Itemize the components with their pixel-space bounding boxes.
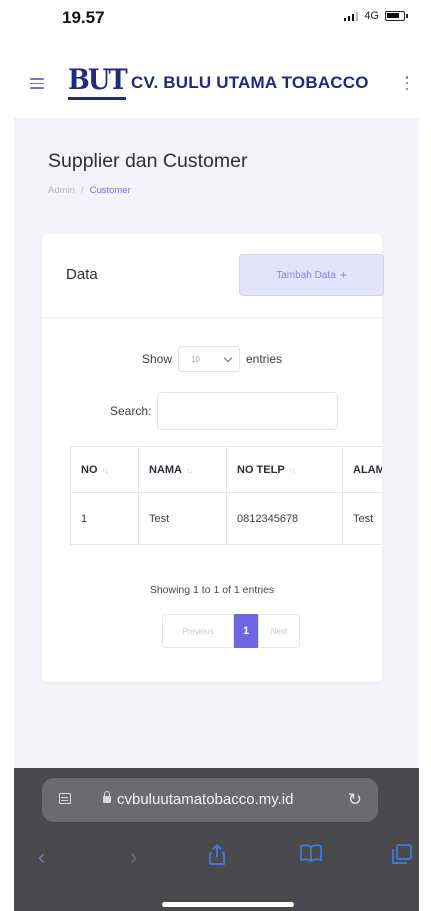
search-control: Search: <box>110 392 339 430</box>
page-1-button[interactable]: 1 <box>234 614 258 648</box>
entries-label: entries <box>246 352 283 366</box>
url-text[interactable]: cvbuluutamatobacco.my.id <box>117 791 293 808</box>
data-card: Data Tambah Data + Show 10 entries Searc… <box>42 234 384 682</box>
plus-icon: + <box>339 268 347 282</box>
status-time: 19.57 <box>62 8 105 27</box>
sort-icon: ↑↓ <box>186 465 193 475</box>
search-input[interactable] <box>157 392 339 430</box>
page-title: Supplier dan Customer <box>48 150 248 172</box>
browser-toolbar: cvbuluutamatobacco.my.id ↻ ‹ › <box>14 768 419 911</box>
app-header: BUT CV. BULU UTAMA TOBACCO <box>14 56 419 118</box>
cell-no: 1 <box>70 492 139 545</box>
customer-table: NO↑↓ NAMA↑↓ NO TELP↑↓ ALAMAT↑↓ 1 Test 08… <box>70 446 382 545</box>
page-format-icon[interactable] <box>59 793 71 804</box>
sort-icon: ↑↓ <box>101 465 109 475</box>
table-header-row: NO↑↓ NAMA↑↓ NO TELP↑↓ ALAMAT↑↓ <box>70 446 382 493</box>
table-scroll-container[interactable]: NO↑↓ NAMA↑↓ NO TELP↑↓ ALAMAT↑↓ 1 Test 08… <box>70 446 382 548</box>
back-icon[interactable]: ‹ <box>38 844 45 870</box>
table-row: 1 Test 0812345678 Test <box>70 492 382 545</box>
cell-alamat: Test <box>342 492 382 545</box>
column-header-no[interactable]: NO ↑↓ <box>70 446 139 493</box>
bookmarks-icon[interactable] <box>300 844 322 868</box>
tabs-icon[interactable] <box>392 844 412 870</box>
reload-icon[interactable]: ↻ <box>348 790 362 810</box>
breadcrumb-separator: / <box>80 185 84 196</box>
column-header-nama[interactable]: NAMA ↑↓ <box>138 446 227 493</box>
breadcrumb: Admin / Customer <box>48 185 131 196</box>
sort-icon: ↑↓ <box>288 465 296 475</box>
brand-logo[interactable]: BUT <box>68 64 128 100</box>
status-indicators: 4G <box>343 10 408 22</box>
pagination: Previous 1 Next <box>162 614 300 648</box>
search-label: Search: <box>110 404 152 418</box>
show-label: Show <box>141 352 172 366</box>
column-header-alamat[interactable]: ALAMAT↑↓ <box>342 446 382 493</box>
cell-nama: Test <box>138 492 227 545</box>
lock-icon <box>103 791 111 803</box>
forward-icon[interactable]: › <box>130 844 137 870</box>
browser-nav-toolbar: ‹ › <box>14 838 419 878</box>
next-page-button[interactable]: Next <box>258 614 300 648</box>
add-data-button-label: Tambah Data <box>276 269 336 281</box>
kebab-icon[interactable] <box>405 76 409 90</box>
battery-icon <box>385 11 408 21</box>
column-header-no-telp[interactable]: NO TELP ↑↓ <box>226 446 343 493</box>
previous-page-button[interactable]: Previous <box>162 614 234 648</box>
signal-icon <box>343 11 359 21</box>
entries-length-control: Show 10 entries <box>42 346 382 372</box>
breadcrumb-home[interactable]: Admin <box>48 185 75 196</box>
cell-no-telp: 0812345678 <box>226 492 343 545</box>
add-data-button[interactable]: Tambah Data + <box>239 254 384 296</box>
entries-select-value: 10 <box>191 354 200 364</box>
home-indicator[interactable] <box>162 902 294 907</box>
address-bar[interactable]: cvbuluutamatobacco.my.id ↻ <box>42 778 378 822</box>
left-margin-bottom <box>0 768 14 911</box>
table-info: Showing 1 to 1 of 1 entries <box>149 584 275 596</box>
card-title: Data <box>66 266 98 283</box>
hamburger-icon[interactable] <box>30 78 44 89</box>
brand-name[interactable]: CV. BULU UTAMA TOBACCO <box>131 73 369 93</box>
breadcrumb-current: Customer <box>89 185 131 196</box>
status-bar: 19.57 4G <box>0 0 431 40</box>
network-type: 4G <box>364 10 379 22</box>
chevron-down-icon <box>223 353 233 362</box>
entries-select[interactable]: 10 <box>178 346 240 372</box>
share-icon[interactable] <box>208 843 226 872</box>
card-header: Data Tambah Data + <box>42 234 384 318</box>
